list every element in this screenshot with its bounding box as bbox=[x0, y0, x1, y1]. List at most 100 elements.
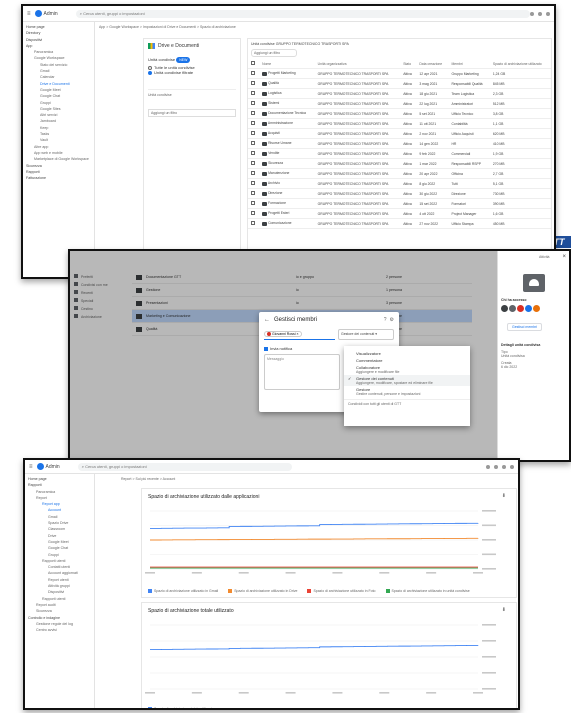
legend-entry[interactable]: Spazio di archiviazione utilizzato in Dr… bbox=[228, 589, 297, 593]
activity-tab[interactable]: Attività bbox=[539, 255, 550, 259]
legend-entry[interactable]: Spazio di archiviazione utilizzato in Fo… bbox=[307, 589, 376, 593]
admin-storage-report-window: ≡ Admin ⌕ Cerca utenti, gruppi o imposta… bbox=[23, 458, 520, 710]
back-arrow-icon[interactable]: ← bbox=[264, 317, 270, 323]
col-storage[interactable]: Spazio di archiviazione utilizzato bbox=[489, 59, 551, 69]
row-name[interactable]: Direzione bbox=[259, 188, 315, 199]
row-name[interactable]: Logistica bbox=[259, 88, 315, 99]
row-name[interactable]: Acquisti bbox=[259, 128, 315, 139]
table-row[interactable]: Amministrazione GRUPPO TERMOTECNICO TRASP… bbox=[248, 118, 551, 129]
row-checkbox[interactable] bbox=[251, 171, 255, 175]
legend-entry[interactable]: Spazio di archiviazione totale utilizzat… bbox=[148, 707, 214, 708]
download-icon[interactable]: ⬇ bbox=[502, 607, 506, 613]
role-dropdown[interactable]: Gestore dei contenuti ▾ bbox=[338, 329, 394, 340]
row-checkbox[interactable] bbox=[251, 91, 255, 95]
row-checkbox[interactable] bbox=[251, 81, 255, 85]
row-checkbox[interactable] bbox=[251, 221, 255, 225]
notification-icon[interactable] bbox=[494, 464, 498, 469]
apps-icon[interactable] bbox=[502, 464, 506, 469]
settings-icon[interactable]: ⚙ bbox=[390, 317, 394, 323]
recipients-input[interactable]: Giovanni Rossi × bbox=[264, 330, 335, 340]
legend-entry[interactable]: Spazio di archiviazione utilizzato in Gm… bbox=[148, 589, 218, 593]
sidebar-item[interactable]: Fatturazione bbox=[26, 175, 91, 181]
help-icon[interactable] bbox=[486, 464, 490, 469]
x-tick-label bbox=[426, 572, 437, 574]
role-menu-item[interactable]: Visualizzatore bbox=[344, 350, 470, 357]
table-row[interactable]: Comunicazione GRUPPO TERMOTECNICO TRASPOR… bbox=[248, 218, 551, 229]
row-name[interactable]: Documentazione Tecnica bbox=[259, 108, 315, 119]
role-menu-item[interactable]: Gestore Gestire contenuti, persone e impo… bbox=[344, 386, 470, 397]
col-name[interactable]: Nome bbox=[259, 59, 315, 69]
table-row[interactable]: Logistica GRUPPO TERMOTECNICO TRASPORTI S… bbox=[248, 88, 551, 99]
row-checkbox[interactable] bbox=[251, 201, 255, 205]
row-name[interactable]: Sicurezza bbox=[259, 158, 315, 169]
option-filtered-shared-drives[interactable]: Unità condivise filtrate bbox=[148, 70, 236, 75]
table-row[interactable]: Risorse Umane GRUPPO TERMOTECNICO TRASPOR… bbox=[248, 138, 551, 149]
row-name[interactable]: Progetti Esteri bbox=[259, 208, 315, 219]
col-status[interactable]: Stato bbox=[400, 59, 417, 69]
sidebar-item[interactable]: Centro avvisi bbox=[28, 627, 91, 633]
select-all-checkbox[interactable] bbox=[251, 61, 255, 65]
search-input[interactable]: ⌕ Cerca utenti, gruppi o impostazioni bbox=[77, 462, 292, 471]
row-checkbox[interactable] bbox=[251, 141, 255, 145]
col-created[interactable]: Data creazione bbox=[416, 59, 449, 69]
table-row[interactable]: Documentazione Tecnica GRUPPO TERMOTECNIC… bbox=[248, 108, 551, 119]
table-row[interactable]: Direzione GRUPPO TERMOTECNICO TRASPORTI S… bbox=[248, 188, 551, 199]
row-name[interactable]: Formazione bbox=[259, 198, 315, 209]
row-checkbox[interactable] bbox=[251, 111, 255, 115]
col-org-unit[interactable]: Unità organizzativa bbox=[314, 59, 401, 69]
row-checkbox[interactable] bbox=[251, 211, 255, 215]
role-menu-item[interactable]: Commentatore bbox=[344, 357, 470, 364]
row-name[interactable]: Risorse Umane bbox=[259, 138, 315, 149]
row-checkbox[interactable] bbox=[251, 101, 255, 105]
table-row[interactable]: Vendite GRUPPO TERMOTECNICO TRASPORTI SPA… bbox=[248, 148, 551, 159]
legend-entry[interactable]: Spazio di archiviazione utilizzato in un… bbox=[385, 589, 470, 593]
share-with-all-option[interactable]: Condividi con tutti gli utenti di GTT bbox=[344, 399, 470, 408]
row-name[interactable]: Amministrazione bbox=[259, 118, 315, 129]
row-name[interactable]: Comunicazione bbox=[259, 218, 315, 229]
search-input[interactable]: ⌕ Cerca utenti, gruppi o impostazioni bbox=[75, 9, 530, 18]
row-name[interactable]: Qualità bbox=[259, 78, 315, 89]
table-row[interactable]: Manutenzione GRUPPO TERMOTECNICO TRASPORT… bbox=[248, 168, 551, 179]
row-name[interactable]: Progetti Marketing bbox=[259, 68, 315, 79]
table-row[interactable]: Formazione GRUPPO TERMOTECNICO TRASPORTI … bbox=[248, 198, 551, 209]
table-row[interactable]: Acquisti GRUPPO TERMOTECNICO TRASPORTI SP… bbox=[248, 128, 551, 139]
row-name[interactable]: Archivio bbox=[259, 178, 315, 189]
message-textarea[interactable]: Messaggio bbox=[264, 354, 340, 390]
row-checkbox[interactable] bbox=[251, 161, 255, 165]
manage-members-button[interactable]: Gestisci membri bbox=[507, 323, 543, 331]
row-name[interactable]: Sistemi bbox=[259, 98, 315, 109]
table-row[interactable]: Sicurezza GRUPPO TERMOTECNICO TRASPORTI S… bbox=[248, 158, 551, 169]
add-filter-chip[interactable]: Aggiungi un filtro bbox=[251, 49, 297, 57]
table-row[interactable]: Sistemi GRUPPO TERMOTECNICO TRASPORTI SPA… bbox=[248, 98, 551, 109]
row-cell: Gruppo Marketing bbox=[448, 68, 490, 79]
avatar[interactable] bbox=[546, 11, 550, 16]
apps-icon[interactable] bbox=[538, 11, 542, 16]
sidebar-item[interactable]: Marketplace di Google Workspace bbox=[26, 156, 91, 162]
help-icon[interactable] bbox=[530, 11, 534, 16]
menu-icon[interactable]: ≡ bbox=[27, 11, 31, 17]
org-name: GRUPPO TERMOTECNICO TRASPORTI SPA bbox=[275, 42, 349, 46]
row-checkbox[interactable] bbox=[251, 151, 255, 155]
role-menu-item[interactable]: ✓ Gestore dei contenuti Aggiungere, modifi… bbox=[344, 375, 470, 386]
add-filter-button[interactable]: Aggiungi un filtro bbox=[148, 109, 236, 117]
row-name[interactable]: Vendite bbox=[259, 148, 315, 159]
avatar[interactable] bbox=[510, 464, 514, 469]
table-row[interactable]: Archivio GRUPPO TERMOTECNICO TRASPORTI SP… bbox=[248, 178, 551, 189]
table-row[interactable]: Progetti Marketing GRUPPO TERMOTECNICO TR… bbox=[248, 68, 551, 79]
row-checkbox[interactable] bbox=[251, 181, 255, 185]
row-checkbox[interactable] bbox=[251, 71, 255, 75]
menu-icon[interactable]: ≡ bbox=[29, 464, 33, 470]
row-checkbox[interactable] bbox=[251, 121, 255, 125]
table-row[interactable]: Qualità GRUPPO TERMOTECNICO TRASPORTI SPA… bbox=[248, 78, 551, 89]
row-checkbox[interactable] bbox=[251, 131, 255, 135]
col-members[interactable]: Membri bbox=[448, 59, 490, 69]
help-icon[interactable]: ? bbox=[384, 317, 387, 323]
table-row[interactable]: Progetti Esteri GRUPPO TERMOTECNICO TRASP… bbox=[248, 208, 551, 219]
row-name[interactable]: Manutenzione bbox=[259, 168, 315, 179]
close-icon[interactable]: × bbox=[562, 254, 566, 260]
role-menu-item[interactable]: Collaboratore Aggiungere e modificare fil… bbox=[344, 364, 470, 375]
row-checkbox[interactable] bbox=[251, 191, 255, 195]
recipient-chip[interactable]: Giovanni Rossi × bbox=[264, 331, 302, 337]
download-icon[interactable]: ⬇ bbox=[502, 493, 506, 499]
series-line[interactable] bbox=[150, 645, 479, 650]
